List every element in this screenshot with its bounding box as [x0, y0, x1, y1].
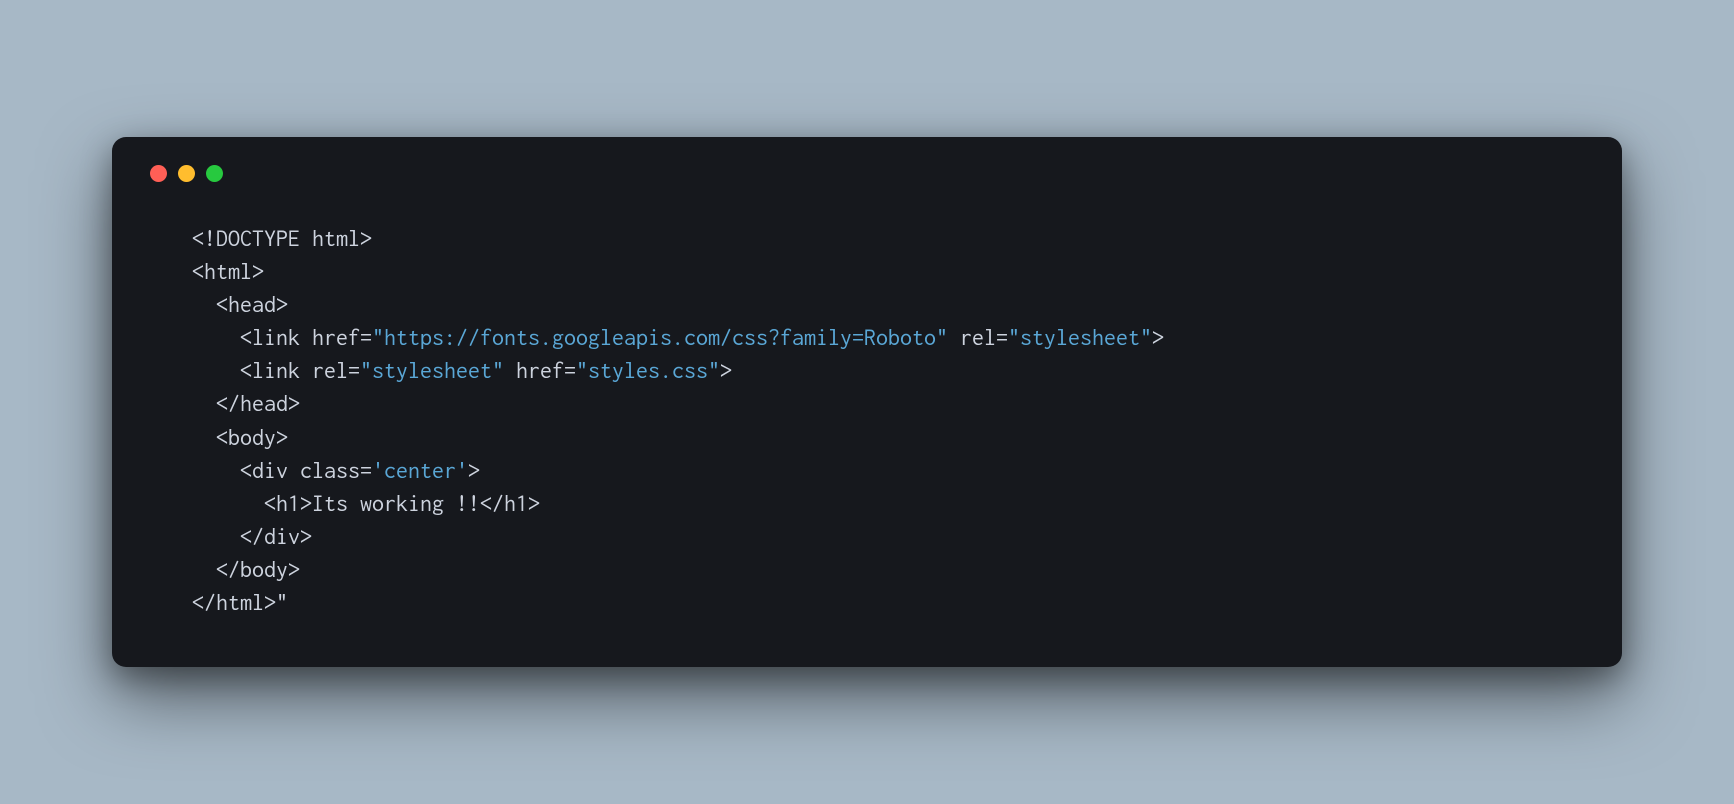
attr-name: rel	[312, 357, 348, 383]
indent	[192, 523, 240, 549]
punctuation: <	[264, 490, 276, 516]
punctuation: <	[240, 357, 252, 383]
punctuation: <	[192, 258, 204, 284]
minimize-icon[interactable]	[178, 165, 195, 182]
punctuation: =	[360, 457, 372, 483]
punctuation: >	[288, 556, 300, 582]
tag-name: head	[240, 390, 288, 416]
maximize-icon[interactable]	[206, 165, 223, 182]
tag-name: div	[252, 457, 288, 483]
stray-quote: "	[276, 589, 288, 615]
code-window: <!DOCTYPE html> <html> <head> <link href…	[112, 137, 1622, 667]
tag-name: body	[228, 424, 276, 450]
whitespace	[288, 457, 300, 483]
tag-name: link	[252, 357, 300, 383]
code-line: <div class='center'>	[192, 457, 480, 483]
punctuation: =	[360, 324, 372, 350]
code-line: <!DOCTYPE html>	[192, 225, 372, 251]
doctype-value: html	[312, 225, 360, 251]
punctuation: >	[528, 490, 540, 516]
punctuation: >	[1152, 324, 1164, 350]
attr-value: "styles.css"	[576, 357, 720, 383]
close-icon[interactable]	[150, 165, 167, 182]
punctuation: >	[360, 225, 372, 251]
punctuation: >	[300, 523, 312, 549]
whitespace	[948, 324, 960, 350]
tag-name: link	[252, 324, 300, 350]
indent	[192, 324, 240, 350]
punctuation: </	[216, 556, 240, 582]
punctuation: =	[996, 324, 1008, 350]
attr-value: "stylesheet"	[360, 357, 504, 383]
code-line: <body>	[192, 424, 288, 450]
punctuation: >	[276, 424, 288, 450]
code-block: <!DOCTYPE html> <html> <head> <link href…	[152, 222, 1582, 619]
code-line: </head>	[192, 390, 300, 416]
whitespace	[300, 357, 312, 383]
punctuation: >	[264, 589, 276, 615]
tag-name: html	[216, 589, 264, 615]
punctuation: <!	[192, 225, 216, 251]
attr-value: "stylesheet"	[1008, 324, 1152, 350]
indent	[192, 556, 216, 582]
indent	[192, 357, 240, 383]
punctuation: </	[240, 523, 264, 549]
punctuation: =	[564, 357, 576, 383]
punctuation: <	[216, 291, 228, 317]
punctuation: <	[240, 457, 252, 483]
whitespace	[300, 324, 312, 350]
tag-name: html	[204, 258, 252, 284]
attr-name: rel	[960, 324, 996, 350]
punctuation: <	[216, 424, 228, 450]
tag-name: h1	[276, 490, 300, 516]
attr-value: 'center'	[372, 457, 468, 483]
attr-name: href	[312, 324, 360, 350]
tag-name: div	[264, 523, 300, 549]
text-content: Its working !!	[312, 490, 480, 516]
whitespace	[504, 357, 516, 383]
code-line: <link href="https://fonts.googleapis.com…	[192, 324, 1164, 350]
indent	[192, 424, 216, 450]
code-line: </body>	[192, 556, 300, 582]
attr-name: class	[300, 457, 360, 483]
indent	[192, 390, 216, 416]
indent	[192, 291, 216, 317]
attr-name: href	[516, 357, 564, 383]
punctuation: >	[288, 390, 300, 416]
punctuation: >	[276, 291, 288, 317]
punctuation: </	[480, 490, 504, 516]
punctuation: >	[300, 490, 312, 516]
punctuation: =	[348, 357, 360, 383]
indent	[192, 457, 240, 483]
indent	[192, 490, 264, 516]
traffic-lights	[150, 165, 1582, 182]
punctuation: >	[468, 457, 480, 483]
code-line: </html>"	[192, 589, 288, 615]
attr-value: "https://fonts.googleapis.com/css?family…	[372, 324, 948, 350]
code-line: <h1>Its working !!</h1>	[192, 490, 540, 516]
code-line: <html>	[192, 258, 264, 284]
code-line: <link rel="stylesheet" href="styles.css"…	[192, 357, 732, 383]
punctuation: <	[240, 324, 252, 350]
punctuation: </	[192, 589, 216, 615]
doctype-keyword: DOCTYPE	[216, 225, 300, 251]
tag-name: body	[240, 556, 288, 582]
code-line: </div>	[192, 523, 312, 549]
punctuation: >	[720, 357, 732, 383]
punctuation: >	[252, 258, 264, 284]
tag-name: h1	[504, 490, 528, 516]
punctuation: </	[216, 390, 240, 416]
tag-name: head	[228, 291, 276, 317]
code-line: <head>	[192, 291, 288, 317]
whitespace	[300, 225, 312, 251]
